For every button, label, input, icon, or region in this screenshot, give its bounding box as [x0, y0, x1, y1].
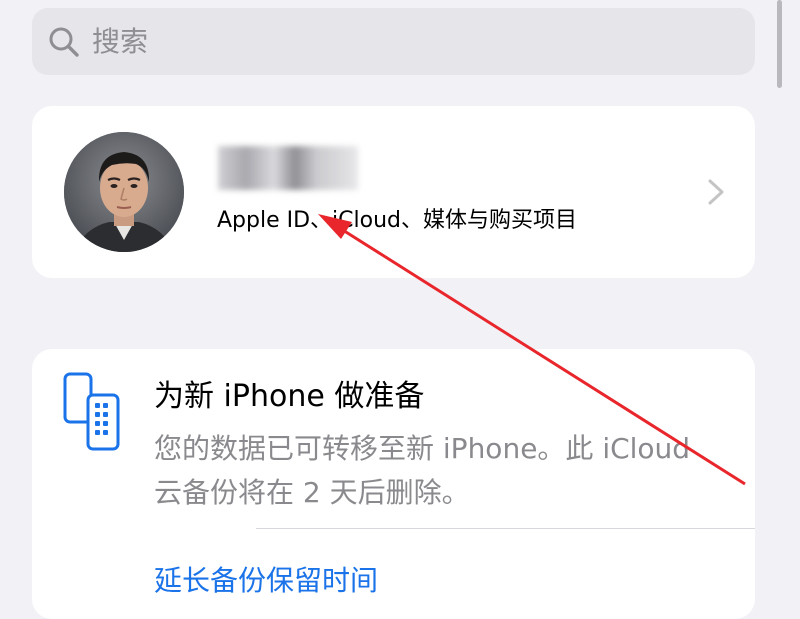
phone-transfer-icon	[63, 372, 120, 451]
scrollbar[interactable]	[777, 0, 782, 88]
prepare-new-iphone-card: 为新 iPhone 做准备 您的数据已可转移至新 iPhone。此 iCloud…	[32, 349, 755, 619]
chevron-right-icon	[708, 179, 724, 205]
card-title: 为新 iPhone 做准备	[154, 379, 425, 414]
search-input[interactable]	[90, 24, 694, 59]
search-bar[interactable]	[32, 8, 755, 75]
avatar	[64, 132, 184, 252]
divider	[256, 528, 755, 529]
account-name-redacted	[218, 146, 358, 190]
apple-id-subtitle: Apple ID、iCloud、媒体与购买项目	[217, 208, 578, 233]
extend-backup-link[interactable]: 延长备份保留时间	[154, 559, 378, 599]
search-icon	[49, 27, 79, 57]
apple-id-card[interactable]: Apple ID、iCloud、媒体与购买项目	[32, 106, 755, 278]
avatar-image	[64, 132, 184, 252]
card-description: 您的数据已可转移至新 iPhone。此 iCloud 云备份将在 2 天后删除。	[154, 432, 691, 509]
